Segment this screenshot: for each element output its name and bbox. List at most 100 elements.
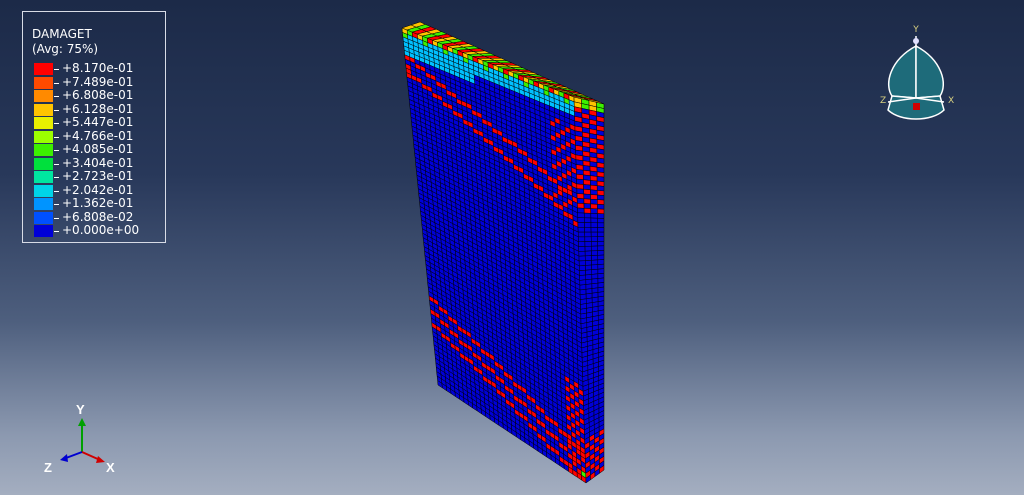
side-mesh-element: [591, 273, 599, 280]
triad-x-arrow-icon: [96, 456, 105, 463]
side-mesh-element: [597, 236, 605, 242]
side-mesh-element: [597, 254, 605, 261]
side-mesh-element: [577, 202, 585, 209]
side-mesh-element: [583, 208, 592, 214]
side-mesh-element: [578, 250, 586, 257]
side-mesh-element: [578, 246, 586, 252]
side-mesh-element: [584, 241, 592, 247]
side-mesh-element: [578, 236, 586, 243]
panel-mesh: [401, 21, 605, 484]
side-mesh-element: [585, 269, 593, 276]
view-cube-origin-marker: [913, 103, 920, 110]
triad-z-label: Z: [44, 460, 52, 475]
side-mesh-element: [596, 190, 605, 196]
side-mesh-element: [583, 184, 591, 191]
side-mesh-element: [583, 203, 591, 209]
side-mesh-element: [583, 179, 591, 186]
side-mesh-element: [583, 193, 591, 200]
side-mesh-element: [585, 274, 593, 280]
side-mesh-element: [591, 255, 599, 261]
side-mesh-element: [584, 236, 592, 242]
side-mesh-element: [579, 269, 586, 276]
side-mesh-element: [591, 259, 599, 266]
side-mesh-element: [590, 180, 598, 186]
side-mesh-element: [576, 193, 585, 200]
triad-x-label: X: [106, 460, 115, 475]
side-mesh-element: [590, 222, 598, 228]
side-mesh-element: [597, 259, 605, 265]
view-cube[interactable]: Y Z X: [872, 22, 962, 132]
side-mesh-element: [576, 183, 584, 190]
side-mesh-element: [597, 273, 605, 279]
side-mesh-element: [597, 263, 605, 270]
side-mesh-element: [584, 250, 592, 257]
view-cube-left-face[interactable]: [888, 44, 917, 99]
side-mesh-element: [590, 231, 598, 238]
axis-triad: Y X Z: [44, 402, 115, 475]
side-mesh-element: [590, 189, 598, 196]
side-mesh-element: [583, 198, 591, 205]
side-mesh-element: [590, 203, 598, 210]
side-mesh-element: [577, 212, 585, 219]
side-mesh-element: [597, 194, 605, 201]
side-mesh-element: [585, 260, 592, 266]
side-mesh-element: [597, 222, 605, 228]
side-mesh-element: [584, 245, 592, 252]
side-mesh-element: [591, 250, 598, 256]
side-mesh-element: [577, 207, 585, 214]
side-mesh-element: [584, 255, 592, 261]
side-mesh-element: [583, 212, 592, 219]
side-mesh-element: [577, 222, 585, 228]
side-mesh-element: [585, 264, 592, 271]
triad-y-arrow-icon: [78, 418, 86, 426]
side-mesh-element: [591, 264, 599, 270]
side-mesh-element: [590, 208, 598, 214]
side-mesh-element: [578, 255, 586, 262]
view-cube-right-face[interactable]: [915, 44, 944, 99]
side-mesh-element: [596, 185, 605, 192]
view-cube-y-label: Y: [912, 25, 919, 35]
model-viewport[interactable]: DAMAGET (Avg: 75%) +8.170e-01 +7.489e-01 +…: [0, 0, 1024, 495]
side-mesh-element: [584, 231, 592, 238]
side-mesh-element: [590, 184, 598, 191]
side-mesh-element: [576, 188, 585, 195]
side-mesh-element: [597, 245, 605, 251]
side-mesh-element: [591, 241, 598, 247]
side-mesh-element: [584, 222, 592, 228]
side-mesh-element: [576, 178, 584, 185]
view-cube-x-label: X: [948, 96, 954, 106]
side-mesh-element: [597, 213, 605, 219]
side-mesh-element: [597, 227, 605, 233]
side-mesh-element: [590, 217, 598, 224]
side-mesh-element: [590, 194, 598, 200]
side-mesh-element: [583, 188, 591, 195]
side-mesh-element: [591, 245, 598, 252]
side-mesh-element: [590, 198, 598, 205]
side-mesh-element: [597, 241, 605, 247]
side-mesh-element: [597, 231, 605, 237]
side-mesh-element: [577, 217, 585, 223]
side-mesh-element: [597, 199, 605, 205]
view-cube-z-label: Z: [880, 96, 886, 106]
side-mesh-element: [578, 260, 586, 267]
side-mesh-element: [597, 250, 605, 256]
damage-contour-plot: [401, 21, 605, 484]
side-mesh-element: [597, 208, 605, 215]
side-mesh-element: [579, 265, 586, 271]
triad-z-axis: [65, 451, 83, 459]
side-mesh-element: [590, 213, 598, 219]
side-mesh-element: [576, 198, 585, 204]
side-mesh-element: [584, 217, 592, 223]
side-mesh-element: [584, 227, 592, 233]
triad-z-arrow-icon: [60, 454, 68, 462]
side-mesh-element: [577, 231, 586, 238]
side-mesh-element: [597, 217, 605, 224]
triad-y-label: Y: [76, 402, 85, 417]
side-mesh-element: [597, 204, 605, 210]
side-mesh-element: [578, 241, 586, 247]
side-mesh-element: [577, 227, 585, 233]
side-mesh-element: [590, 236, 598, 242]
side-mesh-element: [590, 227, 598, 233]
side-mesh-element: [597, 268, 605, 275]
side-mesh-element: [591, 268, 599, 275]
